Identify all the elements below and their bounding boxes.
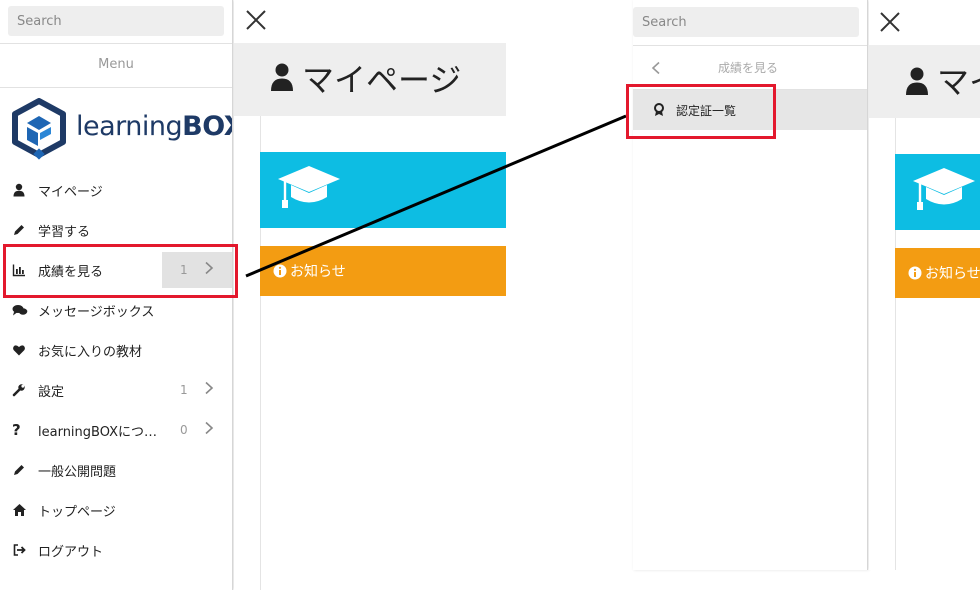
- annotation-highlight-grades: [3, 244, 238, 298]
- annotation-highlight-certificates: [626, 84, 776, 139]
